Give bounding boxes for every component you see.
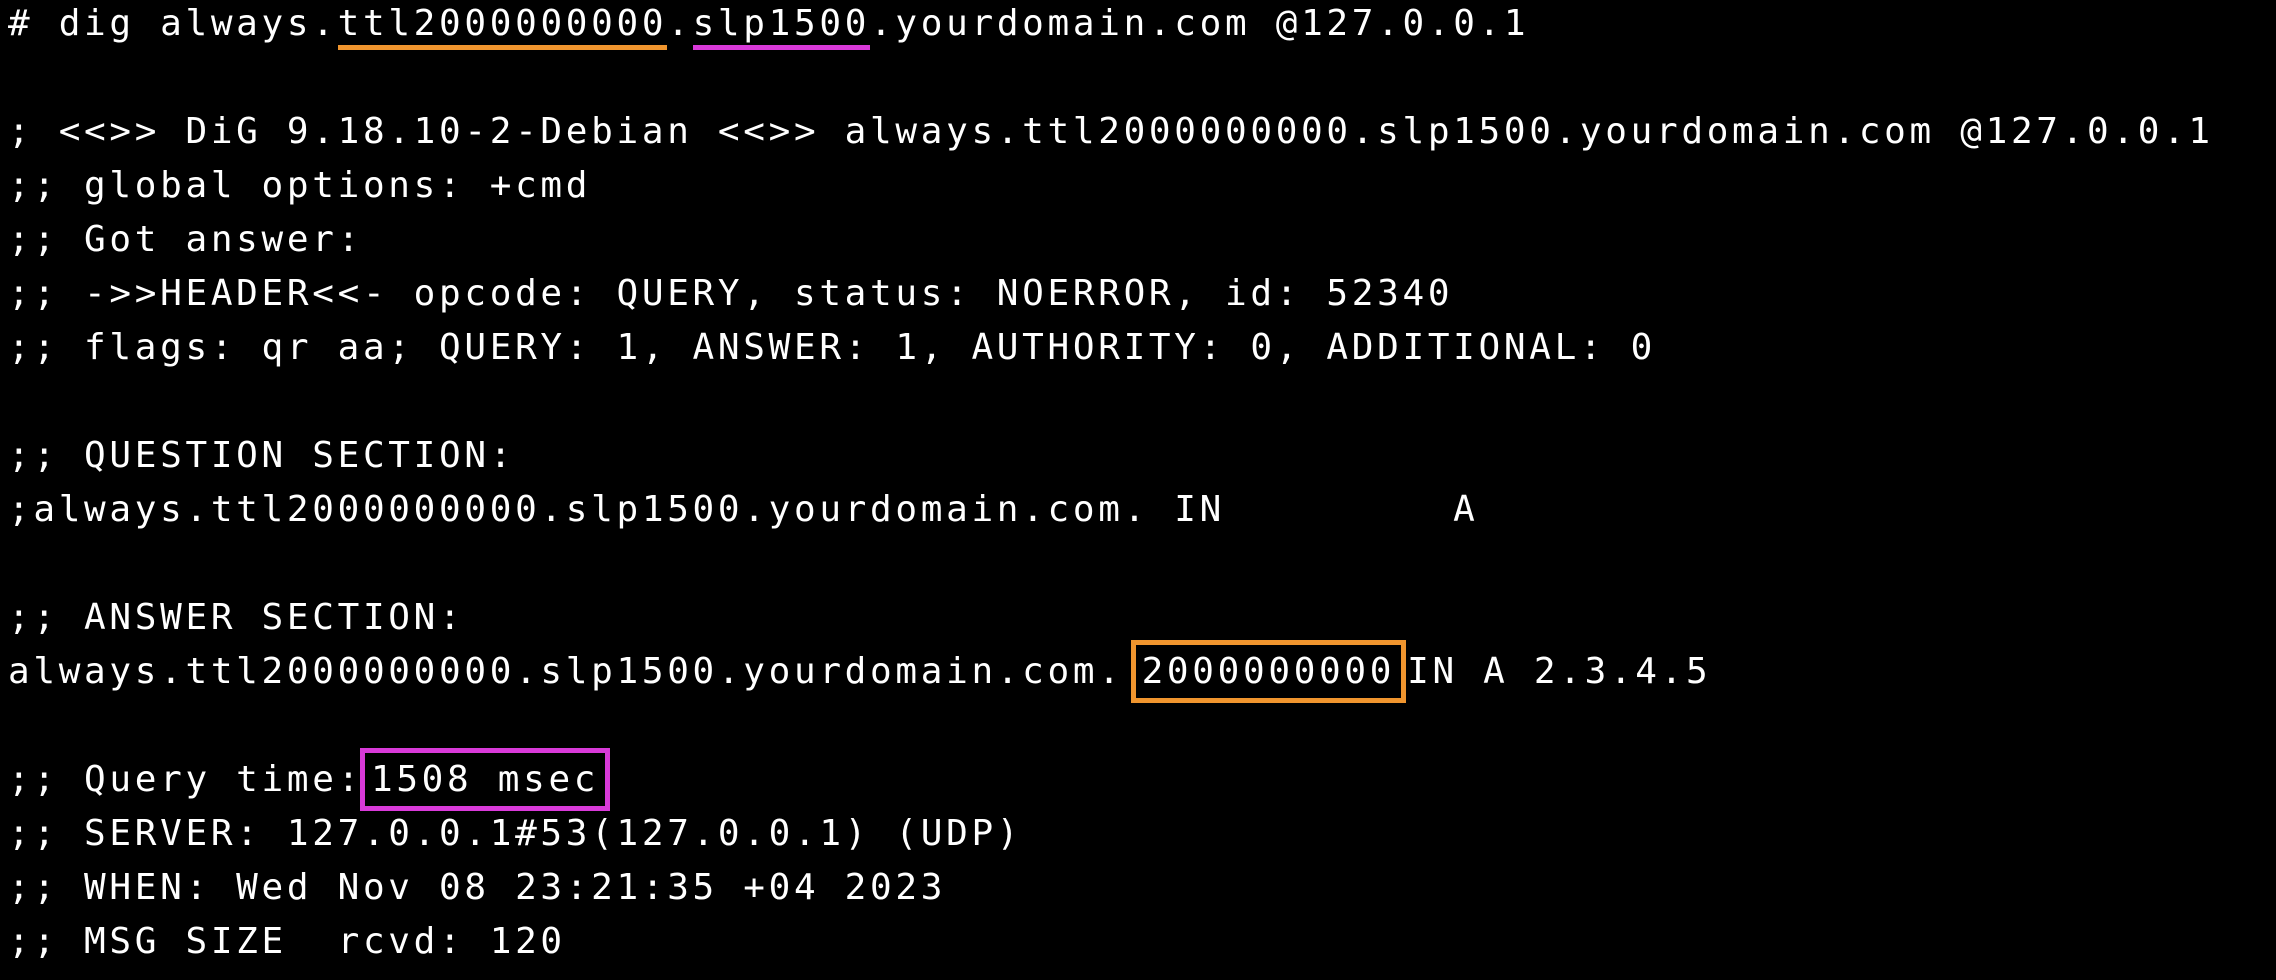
terminal-window[interactable]: # dig always.ttl2000000000.slp1500.yourd… — [0, 0, 2276, 980]
answer-rest: IN A 2.3.4.5 — [1407, 651, 1712, 692]
answer-section-title: ;; ANSWER SECTION: — [8, 597, 465, 638]
command-dot: . — [667, 3, 693, 44]
query-time-label: ;; Query time: — [8, 759, 363, 800]
command-rest: .yourdomain.com @127.0.0.1 — [870, 3, 1530, 44]
question-record: ;always.ttl2000000000.slp1500.yourdomain… — [8, 489, 1479, 530]
question-section-title: ;; QUESTION SECTION: — [8, 435, 516, 476]
slp-label-highlight: slp1500 — [692, 3, 871, 50]
msg-size-line: ;; MSG SIZE rcvd: 120 — [8, 921, 566, 962]
server-line: ;; SERVER: 127.0.0.1#53(127.0.0.1) (UDP) — [8, 813, 1023, 854]
command-prompt: # dig always. — [8, 3, 338, 44]
answer-ttl-highlight: 2000000000 — [1130, 640, 1407, 703]
command-line: # dig always.ttl2000000000.slp1500.yourd… — [8, 0, 1529, 51]
answer-record: always.ttl2000000000.slp1500.yourdomain.… — [8, 640, 1712, 703]
header-line: ;; ->>HEADER<<- opcode: QUERY, status: N… — [8, 273, 1454, 314]
got-answer-line: ;; Got answer: — [8, 219, 363, 260]
query-time-highlight: 1508 msec — [359, 748, 611, 811]
query-time-line: ;; Query time: 1508 msec — [8, 748, 611, 811]
when-line: ;; WHEN: Wed Nov 08 23:21:35 +04 2023 — [8, 867, 947, 908]
flags-line: ;; flags: qr aa; QUERY: 1, ANSWER: 1, AU… — [8, 327, 1656, 368]
answer-name: always.ttl2000000000.slp1500.yourdomain.… — [8, 651, 1124, 692]
dig-banner: ; <<>> DiG 9.18.10-2-Debian <<>> always.… — [8, 111, 2214, 152]
global-options-line: ;; global options: +cmd — [8, 165, 592, 206]
ttl-label-highlight: ttl2000000000 — [337, 3, 668, 50]
